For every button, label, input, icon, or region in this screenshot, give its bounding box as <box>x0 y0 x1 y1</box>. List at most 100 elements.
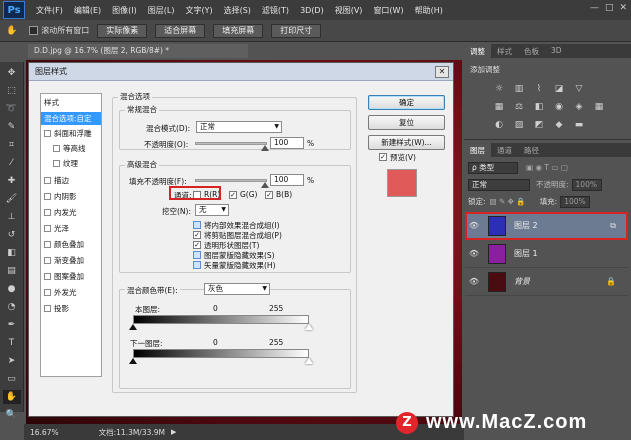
layer-opacity[interactable]: 100% <box>571 178 602 191</box>
menu-type[interactable]: 文字(Y) <box>185 5 212 16</box>
quick-select-tool-icon[interactable]: ✎ <box>3 120 21 134</box>
style-checkbox[interactable] <box>44 257 51 264</box>
style-item-blending-options[interactable]: 混合选项:自定 <box>41 112 101 125</box>
levels-icon[interactable]: ▥ <box>514 84 524 94</box>
clone-stamp-tool-icon[interactable]: ⊥ <box>3 210 21 224</box>
blend-mode-select[interactable]: 正常 ▼ <box>196 121 282 133</box>
exposure-icon[interactable]: ◪ <box>554 84 564 94</box>
menu-help[interactable]: 帮助(H) <box>415 5 443 16</box>
layer-row-layer2[interactable]: 👁 图层 2 ⧉ <box>465 212 628 240</box>
lock-icons[interactable]: ▧ ✎ ✥ 🔒 <box>490 197 526 206</box>
style-checkbox[interactable] <box>44 225 51 232</box>
layer-kind-filter[interactable]: ρ 类型 <box>468 161 518 174</box>
move-tool-icon[interactable]: ✥ <box>3 66 21 80</box>
zoom-tool-icon[interactable]: 🔍 <box>3 408 21 422</box>
scroll-all-checkbox[interactable] <box>29 26 39 35</box>
style-checkbox[interactable] <box>44 177 51 184</box>
blur-tool-icon[interactable]: ● <box>3 282 21 296</box>
underlying-layer-gradient-slider[interactable] <box>133 349 309 358</box>
style-checkbox[interactable] <box>44 289 51 296</box>
reset-button[interactable]: 复位 <box>368 115 445 130</box>
ok-button[interactable]: 确定 <box>368 95 445 110</box>
brightness-icon[interactable]: ☼ <box>494 84 504 94</box>
invert-icon[interactable]: ◐ <box>494 120 504 130</box>
visibility-eye-icon[interactable]: 👁 <box>468 277 480 286</box>
fill-opacity-slider[interactable] <box>195 179 267 182</box>
style-item-outer-glow[interactable]: 外发光 <box>41 286 101 299</box>
fill-opacity-slider-thumb[interactable] <box>261 182 269 188</box>
hand-tool-icon-toolbar[interactable]: ✋ <box>2 390 21 404</box>
eyedropper-tool-icon[interactable]: ⁄ <box>3 156 21 170</box>
opacity-slider-thumb[interactable] <box>261 145 269 151</box>
document-tab[interactable]: D.D.jpg @ 16.7% (图层 2, RGB/8#) * <box>28 44 248 58</box>
type-tool-icon[interactable]: T <box>3 336 21 350</box>
this-layer-white-thumb[interactable] <box>305 324 313 330</box>
doc-info-arrow-icon[interactable]: ▶ <box>171 428 176 436</box>
history-brush-tool-icon[interactable]: ↺ <box>3 228 21 242</box>
style-item-contour[interactable]: 等高线 <box>41 142 101 155</box>
lasso-tool-icon[interactable]: ➰ <box>3 102 21 116</box>
style-checkbox[interactable] <box>44 241 51 248</box>
crop-tool-icon[interactable]: ⌗ <box>3 138 21 152</box>
channel-g-checkbox[interactable]: ✓ <box>229 191 237 199</box>
menu-edit[interactable]: 编辑(E) <box>74 5 101 16</box>
menu-3d[interactable]: 3D(D) <box>300 6 324 15</box>
channel-b-checkbox[interactable]: ✓ <box>265 191 273 199</box>
black-white-icon[interactable]: ◧ <box>534 102 544 112</box>
filter-icons[interactable]: ▣ ◉ T ▭ ▢ <box>526 163 568 172</box>
minimize-icon[interactable]: — <box>590 3 599 13</box>
print-size-button[interactable]: 打印尺寸 <box>271 23 322 38</box>
menu-filter[interactable]: 滤镜(T) <box>262 5 289 16</box>
pen-tool-icon[interactable]: ✒ <box>3 318 21 332</box>
transparency-shapes-checkbox[interactable]: ✓ <box>193 241 201 249</box>
gradient-map-icon[interactable]: ▬ <box>574 120 584 130</box>
gradient-tool-icon[interactable]: ▤ <box>3 264 21 278</box>
style-checkbox[interactable] <box>44 193 51 200</box>
visibility-eye-icon[interactable]: 👁 <box>468 221 480 230</box>
style-item-satin[interactable]: 光泽 <box>41 222 101 235</box>
style-item-stroke[interactable]: 描边 <box>41 174 101 187</box>
style-item-color-overlay[interactable]: 颜色叠加 <box>41 238 101 251</box>
menu-file[interactable]: 文件(F) <box>36 5 63 16</box>
knockout-select[interactable]: 无 ▼ <box>195 204 229 216</box>
style-item-drop-shadow[interactable]: 投影 <box>41 302 101 315</box>
this-layer-gradient-slider[interactable] <box>133 315 309 324</box>
style-item-pattern-overlay[interactable]: 图案叠加 <box>41 270 101 283</box>
tab-layers[interactable]: 图层 <box>464 143 491 157</box>
this-layer-black-thumb[interactable] <box>129 324 137 330</box>
scroll-all-windows-option[interactable]: 滚动所有窗口 <box>29 25 89 36</box>
layer-fill[interactable]: 100% <box>560 195 591 208</box>
actual-pixels-button[interactable]: 实际像素 <box>97 23 148 38</box>
curves-icon[interactable]: ⌇ <box>534 84 544 94</box>
vector-mask-hides-checkbox[interactable] <box>193 261 201 269</box>
close-icon[interactable]: ✕ <box>435 66 449 78</box>
layer-blend-mode[interactable]: 正常 <box>468 178 530 191</box>
style-item-gradient-overlay[interactable]: 渐变叠加 <box>41 254 101 267</box>
shape-tool-icon[interactable]: ▭ <box>3 372 21 386</box>
blend-interior-checkbox[interactable] <box>193 221 201 229</box>
style-item-inner-glow[interactable]: 内发光 <box>41 206 101 219</box>
style-item-texture[interactable]: 纹理 <box>41 157 101 170</box>
layer-row-background[interactable]: 👁 背景 🔒 <box>465 268 628 296</box>
style-checkbox[interactable] <box>53 145 60 152</box>
menu-image[interactable]: 图像(I) <box>112 5 137 16</box>
menu-select[interactable]: 选择(S) <box>224 5 251 16</box>
color-lookup-icon[interactable]: ▦ <box>594 102 604 112</box>
vibrance-icon[interactable]: ▽ <box>574 84 584 94</box>
style-checkbox[interactable] <box>44 273 51 280</box>
new-style-button[interactable]: 新建样式(W)... <box>368 135 445 150</box>
path-select-tool-icon[interactable]: ➤ <box>3 354 21 368</box>
style-checkbox[interactable] <box>44 209 51 216</box>
layer-row-layer1[interactable]: 👁 图层 1 <box>465 240 628 268</box>
color-balance-icon[interactable]: ⚖ <box>514 102 524 112</box>
marquee-tool-icon[interactable]: ⬚ <box>3 84 21 98</box>
maximize-icon[interactable]: □ <box>605 3 614 13</box>
menu-view[interactable]: 视图(V) <box>335 5 363 16</box>
tab-channels[interactable]: 通道 <box>491 143 518 157</box>
fill-opacity-input[interactable]: 100 <box>270 174 304 186</box>
preview-checkbox[interactable]: ✓ <box>379 153 387 161</box>
style-checkbox[interactable] <box>44 305 51 312</box>
dodge-tool-icon[interactable]: ◔ <box>3 300 21 314</box>
hue-saturation-icon[interactable]: ▦ <box>494 102 504 112</box>
blend-clipped-checkbox[interactable]: ✓ <box>193 231 201 239</box>
